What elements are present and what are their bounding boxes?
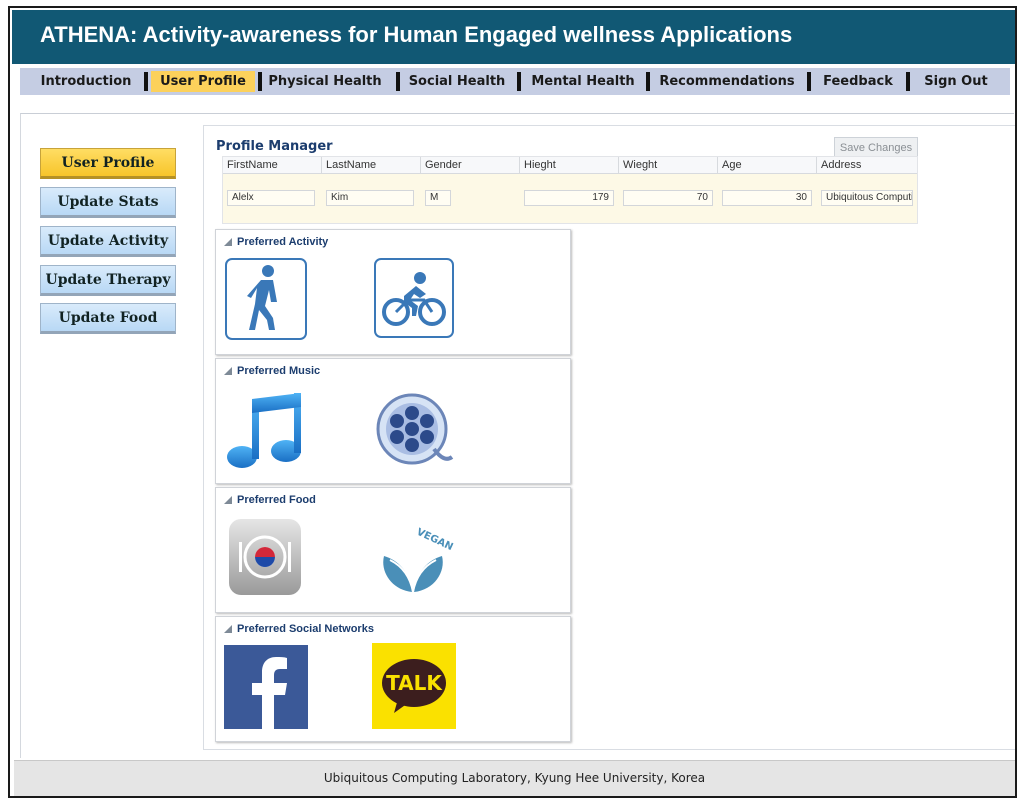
preferred-music-panel: Preferred Music [215,358,571,484]
korean-food-icon[interactable] [228,518,302,596]
collapse-triangle-icon[interactable] [224,367,232,375]
nav-introduction[interactable]: Introduction [32,71,140,92]
nav-separator [646,72,650,91]
footer-text: Ubiquitous Computing Laboratory, Kyung H… [323,771,706,785]
preferred-music-title: Preferred Music [224,365,320,377]
height-field[interactable]: 179 [524,190,614,206]
collapse-triangle-icon[interactable] [224,238,232,246]
first-name-field[interactable]: Alelx [227,190,315,206]
preferred-social-panel: Preferred Social Networks TALK [215,616,571,742]
kakaotalk-text: TALK [386,671,443,695]
age-field[interactable]: 30 [722,190,812,206]
facebook-icon[interactable] [224,645,308,729]
sidebar-item-update-food[interactable]: Update Food [40,303,176,334]
nav-user-profile[interactable]: User Profile [151,71,255,92]
preferred-music-label: Preferred Music [237,365,321,377]
nav-separator [906,72,910,91]
column-header: Hieght [520,157,619,174]
nav-feedback[interactable]: Feedback [820,71,896,92]
sidebar-item-update-stats[interactable]: Update Stats [40,187,176,218]
nav-separator [144,72,148,91]
profile-table: FirstName LastName Gender Hieght Wieght … [222,156,918,224]
column-header: Age [718,157,817,174]
preferred-activity-panel: Preferred Activity [215,229,571,355]
column-header: Wieght [619,157,718,174]
nav-sign-out[interactable]: Sign Out [920,71,992,92]
column-header: Address [817,157,917,174]
column-header: Gender [421,157,520,174]
profile-manager-title: Profile Manager [216,139,333,154]
film-reel-icon[interactable] [374,387,454,471]
title-bar: ATHENA: Activity-awareness for Human Eng… [12,10,1015,64]
nav-separator [517,72,521,91]
preferred-activity-label: Preferred Activity [237,236,329,248]
preferred-social-label: Preferred Social Networks [237,623,374,635]
nav-physical-health[interactable]: Physical Health [266,71,384,92]
music-note-icon[interactable] [224,391,306,471]
kakaotalk-icon[interactable]: TALK [372,643,456,729]
walking-icon[interactable] [225,258,307,340]
column-header: FirstName [223,157,322,174]
address-field[interactable]: Ubiquitous Computi [821,190,913,206]
nav-separator [258,72,262,91]
nav-recommendations[interactable]: Recommendations [656,71,798,92]
sidebar-item-user-profile[interactable]: User Profile [40,148,176,179]
footer: Ubiquitous Computing Laboratory, Kyung H… [14,760,1015,796]
last-name-field[interactable]: Kim [326,190,414,206]
app-window: ATHENA: Activity-awareness for Human Eng… [8,6,1017,798]
cycling-icon[interactable] [374,258,454,338]
sidebar-item-update-therapy[interactable]: Update Therapy [40,265,176,296]
preferred-food-panel: Preferred Food VEGAN [215,487,571,613]
collapse-triangle-icon[interactable] [224,496,232,504]
preferred-activity-title: Preferred Activity [224,236,328,248]
nav-mental-health[interactable]: Mental Health [530,71,636,92]
weight-field[interactable]: 70 [623,190,713,206]
preferred-food-label: Preferred Food [237,494,316,506]
nav-social-health[interactable]: Social Health [404,71,510,92]
preferred-food-title: Preferred Food [224,494,316,506]
column-header: LastName [322,157,421,174]
main-panel: Profile Manager Save Changes FirstName L… [203,125,1015,750]
nav-separator [807,72,811,91]
sidebar-item-update-activity[interactable]: Update Activity [40,226,176,257]
vegan-icon[interactable]: VEGAN [374,520,458,600]
app-title: ATHENA: Activity-awareness for Human Eng… [40,22,793,47]
gender-field[interactable]: M [425,190,451,206]
vegan-text: VEGAN [415,527,455,553]
main-nav: Introduction User Profile Physical Healt… [20,68,1010,95]
nav-separator [396,72,400,91]
content-area: User Profile Update Stats Update Activit… [20,113,1015,758]
preferred-social-title: Preferred Social Networks [224,623,374,635]
collapse-triangle-icon[interactable] [224,625,232,633]
